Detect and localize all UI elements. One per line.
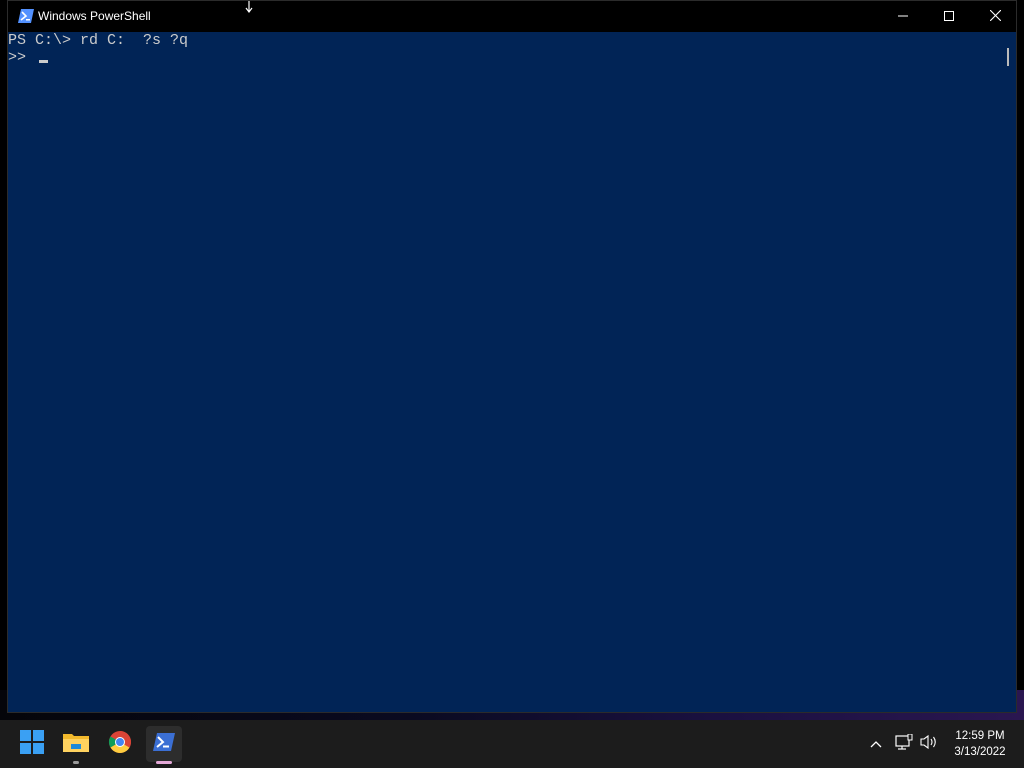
maximize-icon [944, 8, 954, 26]
powershell-icon[interactable] [18, 9, 34, 23]
title-bar[interactable]: Windows PowerShell [8, 1, 1016, 32]
running-indicator [73, 761, 79, 764]
taskbar-file-explorer[interactable] [58, 726, 94, 764]
volume-button[interactable] [918, 720, 940, 768]
powershell-window[interactable]: Windows PowerShell PS C:\> rd C: ?s ?q >… [7, 0, 1017, 713]
chevron-up-icon [870, 735, 882, 753]
volume-icon [920, 734, 938, 755]
text-cursor [39, 60, 48, 63]
console-line: PS C:\> rd C: ?s ?q [8, 32, 189, 49]
network-icon [895, 733, 913, 755]
minimize-icon [898, 8, 908, 26]
clock-time: 12:59 PM [955, 730, 1005, 742]
minimize-button[interactable] [880, 1, 926, 32]
clock-date: 3/13/2022 [954, 746, 1006, 758]
vertical-scrollbar[interactable] [1002, 32, 1016, 712]
folder-icon [63, 731, 89, 758]
console-prompt-line: >> [8, 49, 36, 66]
powershell-icon [153, 732, 175, 756]
taskbar-powershell[interactable] [146, 726, 182, 764]
mouse-pointer-icon [244, 0, 254, 13]
system-clock[interactable]: 12:59 PM 3/13/2022 [944, 728, 1016, 760]
active-indicator [156, 761, 172, 764]
close-button[interactable] [972, 1, 1018, 32]
maximize-button[interactable] [926, 1, 972, 32]
windows-logo-icon [20, 729, 44, 759]
start-button[interactable] [14, 726, 50, 762]
show-hidden-icons-button[interactable] [866, 720, 886, 768]
window-title: Windows PowerShell [38, 9, 151, 23]
scrollbar-thumb[interactable] [1007, 48, 1009, 66]
chrome-icon [108, 730, 132, 759]
taskbar-chrome[interactable] [102, 726, 138, 762]
taskbar: 12:59 PM 3/13/2022 [0, 720, 1024, 768]
close-icon [989, 8, 1001, 26]
network-button[interactable] [893, 720, 915, 768]
console-output[interactable]: PS C:\> rd C: ?s ?q >> [8, 32, 1002, 712]
